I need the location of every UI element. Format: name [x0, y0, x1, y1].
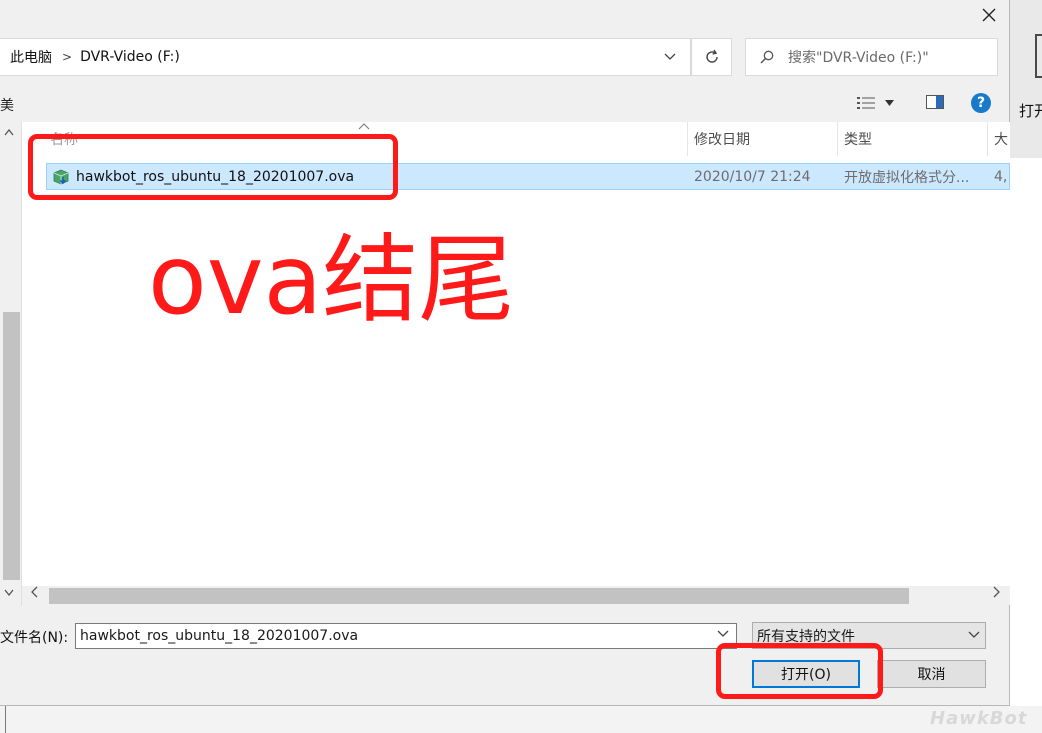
watermark: HawkBot	[930, 708, 1028, 729]
caret-down-icon	[885, 100, 894, 106]
search-input[interactable]: 搜索"DVR-Video (F:)"	[788, 47, 929, 67]
filetype-dropdown-icon[interactable]	[968, 628, 980, 642]
column-header-type[interactable]: 类型	[838, 122, 988, 156]
breadcrumb-chevron-icon: >	[62, 50, 73, 64]
preview-pane-button[interactable]	[926, 95, 944, 109]
annotation-highlight-file	[28, 134, 398, 200]
file-size: 4,	[994, 168, 1008, 185]
help-icon: ?	[976, 95, 986, 111]
scroll-down-icon[interactable]	[4, 586, 14, 599]
desktop-bottom-strip	[0, 706, 1042, 733]
search-icon	[760, 50, 774, 64]
breadcrumb-this-pc[interactable]: 此电脑	[10, 47, 52, 67]
organize-menu-clipped[interactable]: 美	[0, 95, 14, 115]
cancel-button[interactable]: 取消	[877, 660, 986, 688]
file-type: 开放虚拟化格式分...	[844, 169, 970, 186]
background-window-label: 打开	[1019, 102, 1042, 120]
background-window-icon	[1035, 34, 1042, 78]
refresh-button[interactable]	[691, 38, 732, 76]
chevron-down-icon	[664, 53, 676, 60]
filename-label: 文件名(N):	[0, 630, 69, 646]
scroll-left-icon[interactable]	[31, 586, 38, 602]
column-header-size[interactable]: 大	[988, 122, 1010, 156]
preview-pane-icon	[926, 95, 944, 109]
details-view-icon	[857, 97, 875, 109]
column-header-date[interactable]: 修改日期	[688, 122, 838, 156]
refresh-icon	[705, 49, 718, 63]
help-button[interactable]: ?	[971, 93, 991, 113]
address-bar[interactable]: 此电脑 > DVR-Video (F:)	[0, 38, 691, 76]
breadcrumb-drive[interactable]: DVR-Video (F:)	[80, 49, 180, 65]
filename-input[interactable]: hawkbot_ros_ubuntu_18_20201007.ova	[75, 623, 737, 649]
scroll-up-icon[interactable]	[4, 126, 14, 139]
address-dropdown-button[interactable]	[658, 47, 682, 67]
scroll-right-icon[interactable]	[993, 586, 1000, 602]
change-view-button[interactable]	[857, 94, 901, 112]
close-icon	[982, 8, 996, 22]
nav-scroll-thumb[interactable]	[3, 312, 20, 580]
annotation-text: ova结尾	[148, 224, 515, 336]
close-button[interactable]	[976, 4, 1002, 26]
chevron-down-icon	[717, 630, 729, 637]
background-window	[1010, 0, 1042, 158]
file-date: 2020/10/7 21:24	[694, 168, 811, 185]
filename-dropdown-button[interactable]	[717, 627, 729, 641]
annotation-highlight-open-button	[716, 643, 883, 699]
desktop-edge-line	[5, 706, 6, 733]
horizontal-scroll-thumb[interactable]	[49, 588, 909, 604]
search-box[interactable]: 搜索"DVR-Video (F:)"	[745, 38, 998, 76]
